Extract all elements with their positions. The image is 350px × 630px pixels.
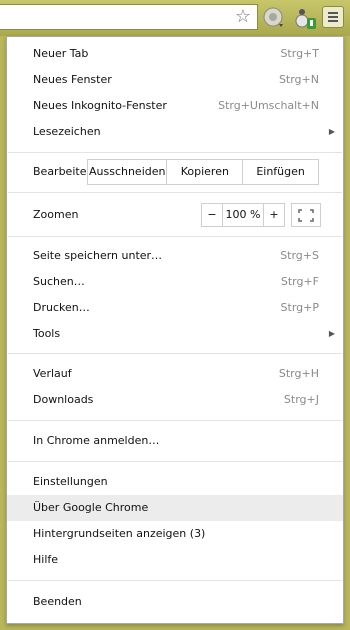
menu-item-exit[interactable]: Beenden <box>7 589 343 615</box>
zoom-label: Zoomen <box>33 208 79 221</box>
chrome-menu: Neuer Tab Strg+T Neues Fenster Strg+N Ne… <box>6 36 344 624</box>
menu-item-sign-in[interactable]: In Chrome anmelden… <box>7 428 343 454</box>
menu-item-label: Neues Fenster <box>33 73 112 86</box>
menu-item-label: Seite speichern unter… <box>33 249 163 262</box>
shortcut-label: Strg+S <box>280 249 319 262</box>
menu-item-label: Über Google Chrome <box>33 501 149 514</box>
menu-item-settings[interactable]: Einstellungen <box>7 469 343 495</box>
menu-item-background-pages[interactable]: Hintergrundseiten anzeigen (3) <box>7 521 343 547</box>
menu-item-save-page-as[interactable]: Seite speichern unter… Strg+S <box>7 243 343 269</box>
menu-item-label: Beenden <box>33 595 82 608</box>
fullscreen-icon <box>298 209 314 222</box>
cut-button[interactable]: Ausschneiden <box>88 160 166 184</box>
submenu-arrow-icon: ▶ <box>328 329 335 338</box>
menu-item-label: Downloads <box>33 393 94 406</box>
edit-button-group: Ausschneiden Kopieren Einfügen <box>87 159 319 185</box>
zoom-control: − 100 % + <box>201 203 285 227</box>
menu-item-about-chrome[interactable]: Über Google Chrome <box>7 495 343 521</box>
shortcut-label: Strg+P <box>280 301 319 314</box>
copy-button[interactable]: Kopieren <box>166 160 242 184</box>
shortcut-label: Strg+H <box>278 367 319 380</box>
separator <box>8 192 342 193</box>
menu-item-label: Drucken… <box>33 301 90 314</box>
menu-item-tools[interactable]: Tools ▶ <box>7 321 343 347</box>
menu-item-bookmarks[interactable]: Lesezeichen ▶ <box>7 119 343 145</box>
menu-item-label: Neuer Tab <box>33 47 89 60</box>
menu-item-label: Einstellungen <box>33 475 108 488</box>
separator <box>8 580 342 581</box>
zoom-level: 100 % <box>222 204 264 226</box>
menu-item-downloads[interactable]: Downloads Strg+J <box>7 387 343 413</box>
separator <box>8 461 342 462</box>
omnibox[interactable]: ☆ <box>0 4 258 30</box>
menu-item-label: Hilfe <box>33 553 59 566</box>
edit-label: Bearbeiten <box>33 165 94 178</box>
shortcut-label: Strg+Umschalt+N <box>218 99 319 112</box>
star-icon[interactable]: ☆ <box>235 7 251 27</box>
menu-item-new-tab[interactable]: Neuer Tab Strg+T <box>7 41 343 67</box>
zoom-out-button[interactable]: − <box>202 204 222 226</box>
menu-item-label: Verlauf <box>33 367 72 380</box>
shortcut-label: Strg+F <box>280 275 319 288</box>
paste-button[interactable]: Einfügen <box>242 160 318 184</box>
extension-badge-icon[interactable] <box>294 6 318 30</box>
separator <box>8 353 342 354</box>
menu-item-label: Tools <box>33 327 61 340</box>
menu-item-label: In Chrome anmelden… <box>33 434 160 447</box>
menu-item-find[interactable]: Suchen… Strg+F <box>7 269 343 295</box>
menu-item-new-window[interactable]: Neues Fenster Strg+N <box>7 67 343 93</box>
menu-item-label: Hintergrundseiten anzeigen (3) <box>33 527 206 540</box>
separator <box>8 236 342 237</box>
menu-item-label: Suchen… <box>33 275 85 288</box>
separator <box>8 420 342 421</box>
browser-toolbar: ☆ <box>0 0 350 36</box>
separator <box>8 152 342 153</box>
zoom-in-button[interactable]: + <box>264 204 284 226</box>
menu-item-new-incognito-window[interactable]: Neues Inkognito-Fenster Strg+Umschalt+N <box>7 93 343 119</box>
shortcut-label: Strg+N <box>278 73 319 86</box>
menu-item-help[interactable]: Hilfe <box>7 547 343 573</box>
menu-item-label: Lesezeichen <box>33 125 101 138</box>
shortcut-label: Strg+J <box>283 393 319 406</box>
shortcut-label: Strg+T <box>280 47 319 60</box>
menu-item-label: Neues Inkognito-Fenster <box>33 99 167 112</box>
gear-extension-icon[interactable] <box>262 6 286 30</box>
menu-item-history[interactable]: Verlauf Strg+H <box>7 361 343 387</box>
submenu-arrow-icon: ▶ <box>328 127 335 136</box>
menu-item-print[interactable]: Drucken… Strg+P <box>7 295 343 321</box>
hamburger-menu-icon[interactable] <box>322 6 344 28</box>
fullscreen-button[interactable] <box>291 203 321 227</box>
